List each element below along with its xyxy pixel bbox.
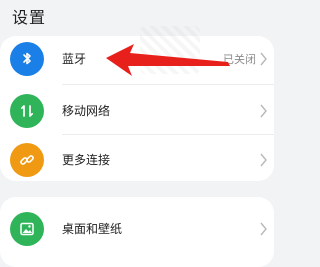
- mobile-network-label: 移动网络: [62, 104, 111, 118]
- bluetooth-icon: [10, 42, 44, 76]
- settings-item-mobile-network[interactable]: 移动网络: [0, 88, 274, 136]
- mobile-network-icon: [10, 94, 44, 128]
- chevron-right-icon: [260, 153, 267, 167]
- more-connections-label: 更多连接: [62, 153, 111, 167]
- blurred-region: [140, 26, 200, 74]
- chevron-right-icon: [260, 104, 267, 118]
- desktop-wallpaper-label: 桌面和壁纸: [62, 222, 123, 236]
- link-icon: [10, 143, 44, 177]
- settings-item-bluetooth[interactable]: 蓝牙 已关闭: [0, 36, 274, 84]
- page-title: 设置: [12, 8, 47, 27]
- divider: [62, 84, 274, 85]
- chevron-right-icon: [260, 52, 267, 66]
- bluetooth-status: 已关闭: [223, 53, 256, 66]
- bluetooth-label: 蓝牙: [62, 52, 87, 66]
- chevron-right-icon: [260, 222, 267, 236]
- wallpaper-icon: [10, 212, 44, 246]
- settings-item-more-connections[interactable]: 更多连接: [0, 137, 274, 185]
- divider: [62, 134, 274, 135]
- settings-item-desktop-wallpaper[interactable]: 桌面和壁纸: [0, 206, 274, 254]
